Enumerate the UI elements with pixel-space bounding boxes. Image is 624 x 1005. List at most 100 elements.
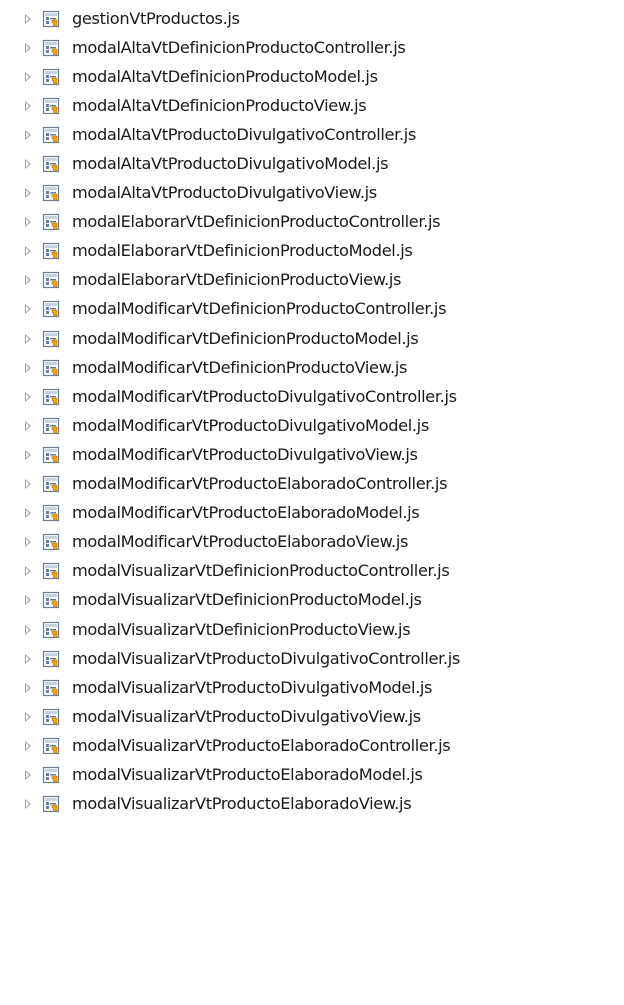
tree-item[interactable]: modalVisualizarVtProductoElaboradoModel.… (0, 760, 624, 789)
tree-item[interactable]: modalModificarVtProductoDivulgativoContr… (0, 382, 624, 411)
js-file-icon (42, 621, 60, 639)
js-file-icon (42, 504, 60, 522)
file-name: modalElaborarVtDefinicionProductoView.js (72, 270, 402, 290)
file-name: modalVisualizarVtDefinicionProductoView.… (72, 619, 411, 639)
js-file-icon (42, 446, 60, 464)
expand-arrow-icon[interactable] (22, 449, 34, 461)
expand-arrow-icon[interactable] (22, 13, 34, 25)
tree-item[interactable]: modalModificarVtProductoDivulgativoView.… (0, 440, 624, 469)
js-file-icon (42, 359, 60, 377)
js-file-icon (42, 591, 60, 609)
tree-item[interactable]: modalElaborarVtDefinicionProductoModel.j… (0, 237, 624, 266)
js-file-icon (42, 184, 60, 202)
expand-arrow-icon[interactable] (22, 653, 34, 665)
file-name: modalElaborarVtDefinicionProductoModel.j… (72, 241, 413, 261)
expand-arrow-icon[interactable] (22, 129, 34, 141)
expand-arrow-icon[interactable] (22, 624, 34, 636)
expand-arrow-icon[interactable] (22, 187, 34, 199)
tree-item[interactable]: modalModificarVtProductoDivulgativoModel… (0, 411, 624, 440)
tree-item[interactable]: modalModificarVtProductoElaboradoView.js (0, 528, 624, 557)
tree-item[interactable]: modalElaborarVtDefinicionProductoView.js (0, 266, 624, 295)
expand-arrow-icon[interactable] (22, 333, 34, 345)
tree-item[interactable]: modalModificarVtProductoElaboradoModel.j… (0, 499, 624, 528)
tree-item[interactable]: gestionVtProductos.js (0, 4, 624, 33)
js-file-icon (42, 68, 60, 86)
tree-item[interactable]: modalElaborarVtDefinicionProductoControl… (0, 208, 624, 237)
js-file-icon (42, 271, 60, 289)
expand-arrow-icon[interactable] (22, 711, 34, 723)
js-file-icon (42, 155, 60, 173)
expand-arrow-icon[interactable] (22, 536, 34, 548)
expand-arrow-icon[interactable] (22, 798, 34, 810)
tree-item[interactable]: modalVisualizarVtProductoDivulgativoView… (0, 702, 624, 731)
js-file-icon (42, 388, 60, 406)
expand-arrow-icon[interactable] (22, 507, 34, 519)
expand-arrow-icon[interactable] (22, 740, 34, 752)
tree-item[interactable]: modalVisualizarVtProductoDivulgativoCont… (0, 644, 624, 673)
js-file-icon (42, 533, 60, 551)
file-name: modalVisualizarVtProductoDivulgativoCont… (72, 648, 460, 668)
file-name: modalVisualizarVtProductoElaboradoView.j… (72, 794, 412, 814)
tree-item[interactable]: modalVisualizarVtProductoDivulgativoMode… (0, 673, 624, 702)
expand-arrow-icon[interactable] (22, 682, 34, 694)
tree-item[interactable]: modalModificarVtProductoElaboradoControl… (0, 470, 624, 499)
expand-arrow-icon[interactable] (22, 594, 34, 606)
file-name: modalAltaVtProductoDivulgativoModel.js (72, 154, 389, 174)
tree-item[interactable]: modalVisualizarVtProductoElaboradoContro… (0, 731, 624, 760)
expand-arrow-icon[interactable] (22, 362, 34, 374)
file-name: modalAltaVtProductoDivulgativoView.js (72, 183, 377, 203)
file-name: modalModificarVtDefinicionProductoContro… (72, 299, 447, 319)
js-file-icon (42, 737, 60, 755)
js-file-icon (42, 300, 60, 318)
js-file-icon (42, 330, 60, 348)
expand-arrow-icon[interactable] (22, 274, 34, 286)
expand-arrow-icon[interactable] (22, 391, 34, 403)
expand-arrow-icon[interactable] (22, 158, 34, 170)
js-file-icon (42, 213, 60, 231)
file-name: modalAltaVtDefinicionProductoController.… (72, 37, 406, 57)
file-name: modalModificarVtProductoElaboradoControl… (72, 474, 448, 494)
tree-item[interactable]: modalAltaVtDefinicionProductoController.… (0, 33, 624, 62)
expand-arrow-icon[interactable] (22, 478, 34, 490)
js-file-icon (42, 242, 60, 260)
file-name: modalAltaVtProductoDivulgativoController… (72, 124, 416, 144)
tree-item[interactable]: modalVisualizarVtDefinicionProductoModel… (0, 586, 624, 615)
tree-item[interactable]: modalVisualizarVtDefinicionProductoView.… (0, 615, 624, 644)
js-file-icon (42, 126, 60, 144)
js-file-icon (42, 795, 60, 813)
file-name: modalVisualizarVtProductoElaboradoContro… (72, 735, 451, 755)
file-name: modalVisualizarVtDefinicionProductoContr… (72, 561, 450, 581)
expand-arrow-icon[interactable] (22, 303, 34, 315)
js-file-icon (42, 766, 60, 784)
tree-item[interactable]: modalModificarVtDefinicionProductoContro… (0, 295, 624, 324)
expand-arrow-icon[interactable] (22, 216, 34, 228)
tree-item[interactable]: modalAltaVtDefinicionProductoModel.js (0, 62, 624, 91)
project-explorer-tree: gestionVtProductos.js modalAltaVtDefinic… (0, 4, 624, 819)
tree-item[interactable]: modalAltaVtProductoDivulgativoView.js (0, 179, 624, 208)
file-name: modalModificarVtDefinicionProductoView.j… (72, 357, 408, 377)
expand-arrow-icon[interactable] (22, 769, 34, 781)
file-name: gestionVtProductos.js (72, 8, 240, 28)
expand-arrow-icon[interactable] (22, 100, 34, 112)
expand-arrow-icon[interactable] (22, 245, 34, 257)
js-file-icon (42, 475, 60, 493)
js-file-icon (42, 97, 60, 115)
js-file-icon (42, 679, 60, 697)
js-file-icon (42, 650, 60, 668)
tree-item[interactable]: modalVisualizarVtDefinicionProductoContr… (0, 557, 624, 586)
file-name: modalModificarVtProductoElaboradoModel.j… (72, 503, 420, 523)
tree-item[interactable]: modalVisualizarVtProductoElaboradoView.j… (0, 790, 624, 819)
expand-arrow-icon[interactable] (22, 565, 34, 577)
file-name: modalVisualizarVtDefinicionProductoModel… (72, 590, 422, 610)
file-name: modalVisualizarVtProductoDivulgativoView… (72, 706, 421, 726)
expand-arrow-icon[interactable] (22, 71, 34, 83)
tree-item[interactable]: modalModificarVtDefinicionProductoModel.… (0, 324, 624, 353)
expand-arrow-icon[interactable] (22, 420, 34, 432)
tree-item[interactable]: modalAltaVtProductoDivulgativoModel.js (0, 149, 624, 178)
expand-arrow-icon[interactable] (22, 42, 34, 54)
tree-item[interactable]: modalAltaVtDefinicionProductoView.js (0, 91, 624, 120)
tree-item[interactable]: modalModificarVtDefinicionProductoView.j… (0, 353, 624, 382)
file-name: modalModificarVtProductoDivulgativoContr… (72, 386, 457, 406)
js-file-icon (42, 708, 60, 726)
tree-item[interactable]: modalAltaVtProductoDivulgativoController… (0, 120, 624, 149)
